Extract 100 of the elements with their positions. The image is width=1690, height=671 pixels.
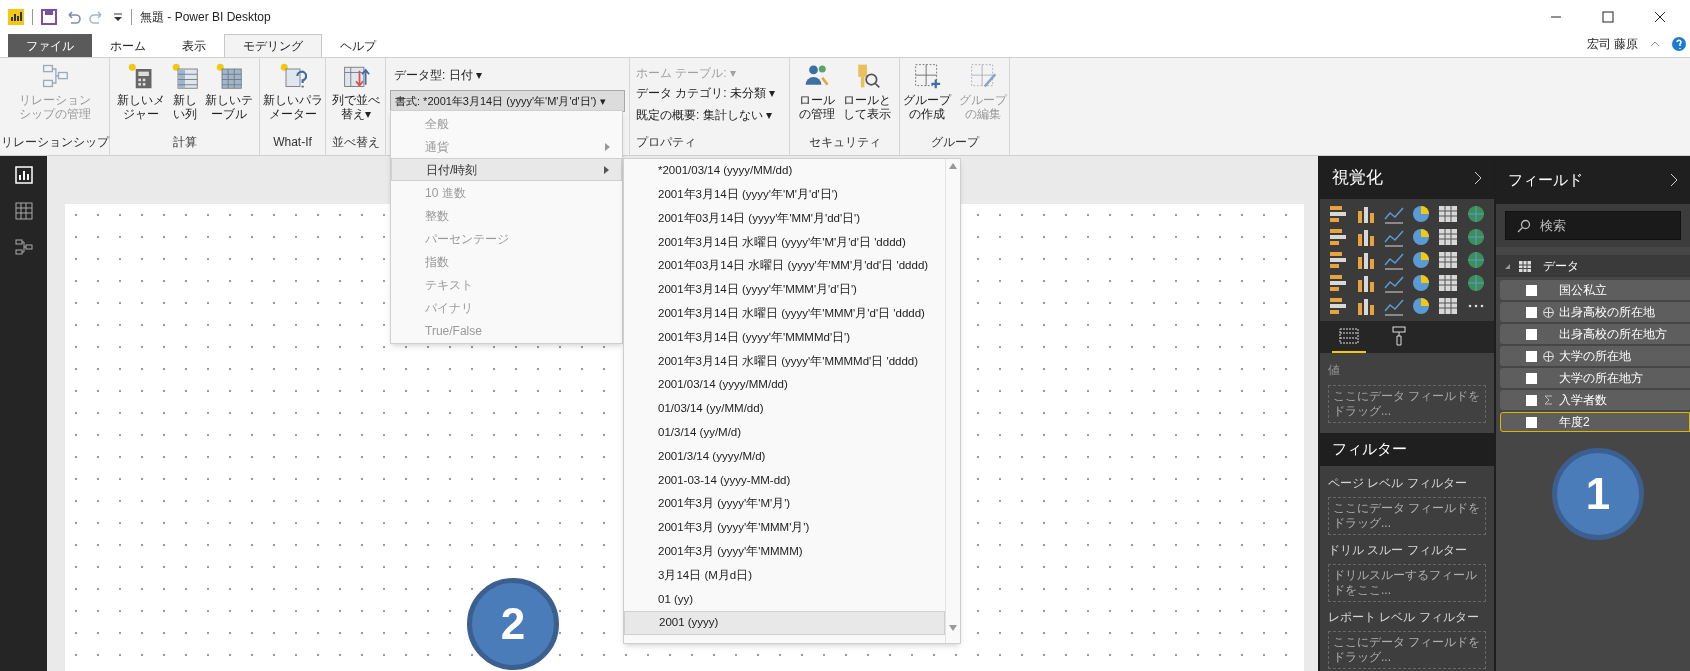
- field-checkbox[interactable]: [1526, 306, 1537, 318]
- menu-item[interactable]: 2001年3月14日 (yyyy'年'M'月'd'日'): [624, 182, 945, 207]
- field-item[interactable]: 大学の所在地: [1500, 346, 1690, 366]
- group-label: グループ: [929, 134, 981, 151]
- group-label: What-If: [272, 134, 313, 151]
- help-icon[interactable]: [1672, 37, 1686, 51]
- filter-section-label: レポート レベル フィルター: [1328, 609, 1480, 626]
- relationships-icon: [40, 62, 69, 90]
- close-icon[interactable]: [1654, 11, 1666, 23]
- drop-zone[interactable]: ドリルスルーするフィールドをここ...: [1328, 564, 1486, 602]
- new-group-icon: [912, 62, 941, 90]
- ribbon-button[interactable]: 新しいテーブル: [201, 60, 256, 121]
- menu-item[interactable]: 2001年03月14日 水曜日 (yyyy'年'MM'月'dd'日 'dddd): [624, 254, 945, 278]
- group-label: セキュリティ: [807, 134, 882, 151]
- drop-zone[interactable]: ここにデータ フィールドをドラッグ...: [1328, 497, 1486, 535]
- menu-item[interactable]: 日付/時刻: [391, 158, 622, 181]
- field-item[interactable]: 出身高校の所在地: [1500, 302, 1690, 322]
- field-checkbox[interactable]: [1526, 372, 1537, 384]
- chevron-right-icon[interactable]: [1670, 173, 1678, 187]
- field-checkbox[interactable]: [1526, 350, 1537, 362]
- search-icon: [1517, 219, 1531, 233]
- field-name: 入学者数: [1559, 392, 1607, 409]
- data-category-dropdown[interactable]: データ カテゴリ: 未分類 ▾: [636, 84, 776, 106]
- well-label: 値: [1328, 362, 1341, 380]
- field-name: 大学の所在地方: [1559, 370, 1643, 387]
- ribbon-tab[interactable]: ファイル: [8, 34, 92, 57]
- field-name: 年度2: [1559, 414, 1590, 431]
- ribbon-button[interactable]: 列で並べ替え▾: [328, 60, 383, 121]
- menu-item[interactable]: 01/3/14 (yy/M/d): [624, 420, 945, 445]
- field-checkbox[interactable]: [1526, 328, 1537, 340]
- menu-item[interactable]: 2001年3月14日 水曜日 (yyyy'年'M'月'd'日 'dddd): [624, 230, 945, 255]
- field-item[interactable]: 出身高校の所在地方: [1500, 324, 1690, 344]
- menu-item[interactable]: 01 (yy): [624, 587, 945, 612]
- pane-title: フィルター: [1332, 439, 1407, 460]
- menu-item[interactable]: 2001/03/14 (yyyy/MM/dd): [624, 373, 945, 397]
- data-type-dropdown[interactable]: データ型: 日付 ▾: [390, 66, 625, 84]
- menu-item[interactable]: 2001 (yyyy): [624, 611, 945, 635]
- ribbon-tab[interactable]: モデリング: [224, 34, 322, 57]
- menu-item[interactable]: 2001年3月 (yyyy'年'MMM'月'): [624, 515, 945, 540]
- menu-item[interactable]: 2001/3/14 (yyyy/M/d): [624, 444, 945, 469]
- ribbon-button[interactable]: 新しいパラメーター: [259, 60, 326, 121]
- chevron-right-icon[interactable]: [1474, 170, 1482, 185]
- ribbon-button[interactable]: グループの作成: [899, 60, 954, 121]
- ribbon-button[interactable]: 新しいメジャー: [113, 60, 168, 121]
- menu-item[interactable]: 3月14日 (M月d日): [624, 563, 945, 588]
- menu-item[interactable]: 2001年3月14日 (yyyy'年'MMM'月'd'日'): [624, 278, 945, 302]
- submenu-arrow-icon: [604, 165, 609, 174]
- search-field[interactable]: 検索: [1505, 211, 1681, 240]
- field-checkbox[interactable]: [1526, 416, 1537, 428]
- filter-section-label: ドリル スルー フィルター: [1328, 542, 1468, 559]
- drop-zone[interactable]: ここにデータ フィールドをドラッグ...: [1328, 385, 1486, 424]
- menu-item[interactable]: 2001年3月 (yyyy'年'M'月'): [624, 492, 945, 516]
- model-view-icon[interactable]: [14, 238, 33, 256]
- customize-caret-icon[interactable]: [113, 11, 123, 23]
- field-item[interactable]: 大学の所在地方: [1500, 368, 1690, 388]
- menu-item[interactable]: 2001年3月14日 水曜日 (yyyy'年'MMMMd'日 'dddd): [624, 349, 945, 374]
- format-dropdown[interactable]: 書式: *2001年3月14日 (yyyy'年'M'月'd'日') ▾: [390, 90, 625, 112]
- fields-well-icon: [1339, 328, 1359, 345]
- data-view-icon[interactable]: [14, 202, 33, 220]
- column-icon: [170, 62, 199, 90]
- report-view-icon[interactable]: [14, 166, 33, 184]
- field-name: 出身高校の所在地方: [1559, 326, 1667, 343]
- ribbon-button[interactable]: ロールとして表示: [839, 60, 894, 121]
- field-item[interactable]: 国公私立: [1500, 280, 1690, 300]
- menu-item[interactable]: 2001年3月 (yyyy'年'MMMM): [624, 539, 945, 564]
- menu-item[interactable]: 2001-03-14 (yyyy-MM-dd): [624, 468, 945, 493]
- edit-group-icon: [968, 62, 997, 90]
- field-item[interactable]: 年度2: [1500, 412, 1690, 432]
- menu-item[interactable]: *2001/03/14 (yyyy/MM/dd): [624, 159, 945, 183]
- ribbon-button[interactable]: 新しい列: [169, 60, 200, 121]
- measure-icon: [126, 62, 155, 90]
- ribbon-tab[interactable]: ホーム: [92, 34, 164, 57]
- save-icon[interactable]: [41, 9, 57, 25]
- table-icon: [1519, 260, 1531, 272]
- user-name: 宏司 藤原: [1586, 36, 1638, 53]
- undo-icon[interactable]: [65, 9, 81, 25]
- collapse-ribbon-icon[interactable]: [1650, 40, 1660, 48]
- menu-item[interactable]: 01/03/14 (yy/MM/dd): [624, 396, 945, 421]
- scroll-down-icon[interactable]: [949, 624, 957, 631]
- field-checkbox[interactable]: [1526, 284, 1537, 296]
- field-name: 国公私立: [1559, 282, 1607, 299]
- ribbon-button[interactable]: ロールの管理: [795, 60, 838, 121]
- maximize-icon[interactable]: [1602, 11, 1614, 23]
- pane-title: 視覚化: [1332, 166, 1383, 189]
- menu-item[interactable]: 2001年3月14日 水曜日 (yyyy'年'MMM'月'd'日 'dddd): [624, 301, 945, 326]
- group-label: 計算: [171, 134, 198, 151]
- globe-icon: [1542, 350, 1554, 362]
- expand-caret-icon[interactable]: [1504, 262, 1511, 270]
- menu-item[interactable]: 2001年3月14日 (yyyy'年'MMMMd'日'): [624, 325, 945, 350]
- globe-icon: [1542, 306, 1554, 318]
- field-item[interactable]: 入学者数: [1500, 390, 1690, 410]
- default-summary-dropdown[interactable]: 既定の概要: 集計しない ▾: [636, 106, 772, 128]
- parameter-icon: [278, 62, 307, 90]
- field-checkbox[interactable]: [1526, 394, 1537, 406]
- scroll-up-icon[interactable]: [949, 163, 957, 169]
- group-label: リレーションシップ: [0, 134, 109, 151]
- menu-item[interactable]: 2001年03月14日 (yyyy'年'MM'月'dd'日'): [624, 206, 945, 231]
- ribbon-tab[interactable]: 表示: [164, 34, 224, 57]
- ribbon-tab[interactable]: ヘルプ: [322, 34, 394, 57]
- drop-zone[interactable]: ここにデータ フィールドをドラッグ...: [1328, 631, 1486, 669]
